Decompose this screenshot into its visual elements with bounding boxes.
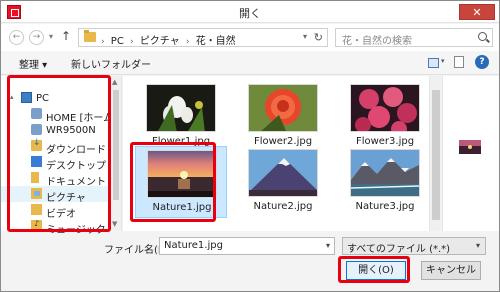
content-scroll-thumb[interactable] bbox=[432, 90, 440, 220]
image-thumbnail bbox=[248, 149, 318, 197]
file-tile[interactable]: Nature2.jpg bbox=[237, 146, 329, 218]
file-tile[interactable]: Flower3.jpg bbox=[339, 81, 431, 153]
file-tile[interactable]: Nature3.jpg bbox=[339, 146, 431, 218]
content-scrollbar[interactable] bbox=[429, 76, 441, 231]
preview-image bbox=[459, 140, 481, 154]
folder-icon bbox=[84, 30, 96, 42]
file-type-value: すべてのファイル (*.*) bbox=[347, 244, 451, 255]
forward-button[interactable]: → bbox=[29, 30, 44, 45]
preview-pane-toggle[interactable] bbox=[454, 56, 464, 68]
highlight-open-button bbox=[338, 256, 410, 283]
file-tile[interactable]: Flower2.jpg bbox=[237, 81, 329, 153]
new-folder-button[interactable]: 新しいフォルダー bbox=[71, 56, 151, 71]
filename-dropdown-icon[interactable]: ▾ bbox=[326, 241, 330, 250]
breadcrumb-separator: › bbox=[185, 37, 190, 47]
title-bar: 開く ✕ bbox=[1, 1, 499, 23]
highlight-selected-file bbox=[130, 142, 216, 222]
image-thumbnail bbox=[350, 149, 420, 197]
scroll-up-icon[interactable]: ▲ bbox=[112, 78, 117, 86]
address-bar[interactable]: › PC › ピクチャ › 花・自然 ▾ ↻ bbox=[78, 28, 328, 47]
address-dropdown-icon[interactable]: ▾ bbox=[303, 32, 307, 41]
back-button[interactable]: ← bbox=[9, 30, 24, 45]
filename-input[interactable]: Nature1.jpg ▾ bbox=[159, 237, 335, 255]
nav-scroll-thumb[interactable] bbox=[113, 90, 119, 200]
breadcrumb: › PC › ピクチャ › 花・自然 bbox=[101, 32, 239, 47]
highlight-nav-pane bbox=[7, 75, 111, 232]
up-button[interactable]: ↑ bbox=[61, 29, 71, 43]
breadcrumb-item-pc[interactable]: PC bbox=[111, 36, 124, 47]
view-options-button[interactable]: ▾ bbox=[428, 56, 450, 70]
history-dropdown-icon[interactable]: ▾ bbox=[49, 32, 53, 41]
search-placeholder: 花・自然の検索 bbox=[342, 36, 412, 47]
search-input[interactable]: 花・自然の検索 bbox=[335, 28, 493, 47]
toolbar: 整理 ▾ 新しいフォルダー ▾ ? bbox=[1, 51, 499, 75]
preview-pane bbox=[442, 76, 499, 231]
breadcrumb-item-pictures[interactable]: ピクチャ bbox=[140, 36, 180, 47]
filename-value: Nature1.jpg bbox=[164, 240, 223, 251]
breadcrumb-separator: › bbox=[130, 37, 134, 47]
scroll-down-icon[interactable]: ▼ bbox=[112, 220, 117, 228]
image-thumbnail bbox=[350, 84, 420, 132]
search-icon[interactable] bbox=[478, 32, 487, 41]
chevron-down-icon: ▾ bbox=[441, 57, 445, 65]
breadcrumb-separator: › bbox=[101, 37, 105, 47]
image-thumbnail bbox=[146, 84, 216, 132]
file-name: Nature3.jpg bbox=[355, 201, 415, 212]
organize-button[interactable]: 整理 ▾ bbox=[19, 56, 47, 71]
address-row: ← → ▾ ↑ › PC › ピクチャ › 花・自然 ▾ ↻ 花・自然の検索 bbox=[1, 24, 499, 51]
cancel-button[interactable]: キャンセル bbox=[421, 261, 481, 280]
file-name: Nature2.jpg bbox=[253, 201, 313, 212]
nav-scrollbar[interactable]: ▲ ▼ bbox=[111, 76, 121, 231]
close-button[interactable]: ✕ bbox=[459, 4, 495, 20]
help-icon[interactable]: ? bbox=[475, 55, 489, 69]
image-thumbnail bbox=[248, 84, 318, 132]
refresh-icon[interactable]: ↻ bbox=[314, 31, 323, 44]
breadcrumb-item-flowers-nature[interactable]: 花・自然 bbox=[196, 36, 236, 47]
window-title: 開く bbox=[239, 7, 261, 20]
file-type-filter[interactable]: すべてのファイル (*.*) ▾ bbox=[342, 237, 486, 255]
filter-dropdown-icon[interactable]: ▾ bbox=[476, 241, 480, 250]
